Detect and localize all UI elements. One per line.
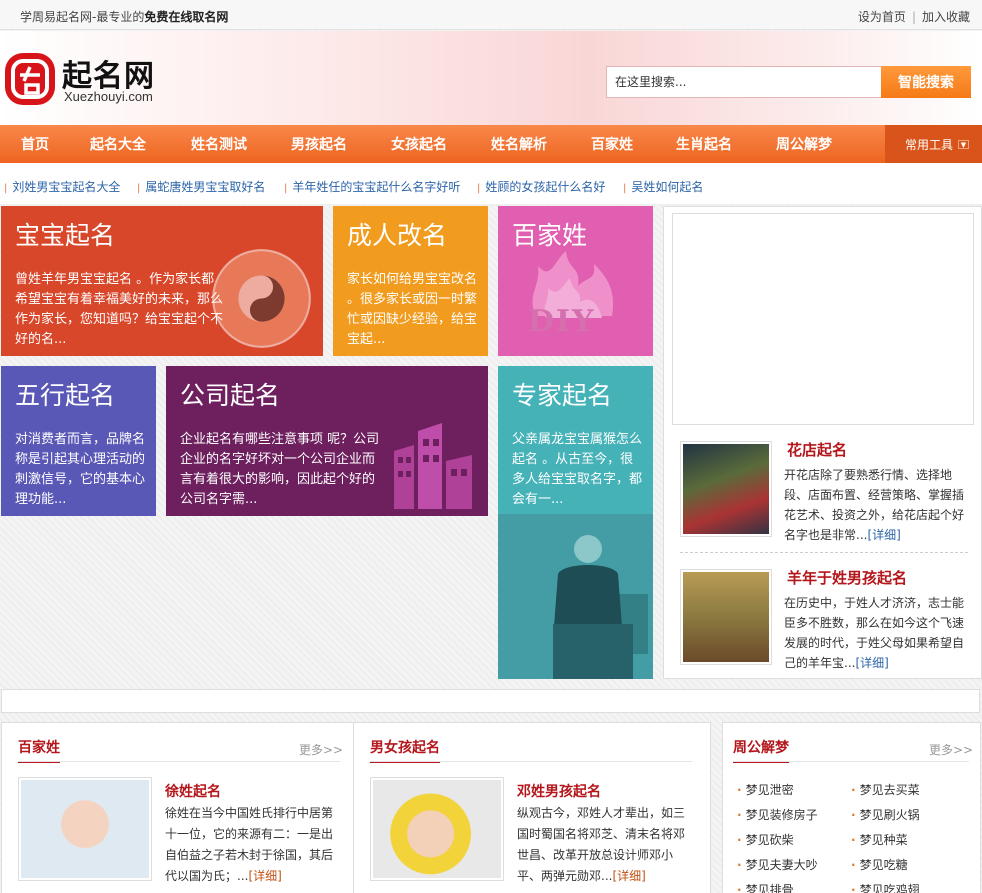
hot-link[interactable]: 姓顾的女孩起什么名好 bbox=[477, 178, 605, 195]
logo-url: Xuezhouyi.com bbox=[64, 89, 153, 104]
section-title: 百家姓 bbox=[18, 737, 60, 763]
detail-link[interactable]: [详细] bbox=[248, 869, 281, 883]
tile-title: 宝宝起名 bbox=[15, 221, 116, 250]
nav-item-dream[interactable]: 周公解梦 bbox=[776, 125, 832, 163]
nav-item-name-analysis[interactable]: 姓名解析 bbox=[491, 125, 547, 163]
hot-link[interactable]: 刘姓男宝宝起名大全 bbox=[4, 178, 120, 195]
divider bbox=[680, 552, 968, 553]
dream-link[interactable]: 梦见装修房子 bbox=[737, 806, 818, 823]
article-title[interactable]: 徐姓起名 bbox=[165, 781, 221, 801]
dream-link[interactable]: 梦见泄密 bbox=[737, 781, 794, 798]
tile-surnames[interactable]: 百家姓 DIY bbox=[498, 206, 653, 356]
article-desc: 纵观古今，邓姓人才辈出，如三国时蜀国名将邓芝、清末名将邓世昌、改革开放总设计师邓… bbox=[517, 806, 686, 883]
hot-link[interactable]: 吴姓如何起名 bbox=[623, 178, 703, 195]
set-home-link[interactable]: 设为首页 bbox=[858, 10, 906, 24]
top-bar: 学周易起名网-最专业的免费在线取名网 设为首页 | 加入收藏 bbox=[0, 0, 982, 30]
section-dreams: 周公解梦 更多>> 梦见泄密 梦见装修房子 梦见砍柴 梦见夫妻大吵 梦见排骨 梦… bbox=[722, 722, 981, 893]
tile-baby-naming[interactable]: 宝宝起名 曾姓羊年男宝宝起名 。作为家长都希望宝宝有着幸福美好的未来，那么作为家… bbox=[1, 206, 323, 356]
more-link[interactable]: 更多>> bbox=[929, 741, 973, 758]
nav-item-girl-name[interactable]: 女孩起名 bbox=[391, 125, 447, 163]
side-article: 羊年于姓男孩起名 在历史中，于姓人才济济，志士能臣多不胜数，那么在如今这个飞速发… bbox=[680, 569, 972, 689]
section-title: 男女孩起名 bbox=[370, 737, 440, 763]
article-thumbnail[interactable] bbox=[680, 569, 772, 665]
site-slogan: 学周易起名网-最专业的免费在线取名网 bbox=[20, 10, 229, 24]
ad-box bbox=[672, 213, 974, 425]
top-link-separator: | bbox=[911, 10, 916, 24]
dream-link[interactable]: 梦见种菜 bbox=[851, 831, 908, 848]
tile-desc: 家长如何给男宝宝改名 。很多家长或因一时繁忙或因缺少经验，给宝宝起... bbox=[347, 272, 478, 347]
section-divider bbox=[18, 761, 340, 762]
tile-title: 成人改名 bbox=[347, 221, 448, 250]
baby-photo bbox=[373, 780, 501, 878]
child-photo bbox=[21, 780, 149, 878]
dream-link[interactable]: 梦见排骨 bbox=[737, 881, 794, 893]
section-title: 周公解梦 bbox=[733, 737, 789, 763]
dream-link[interactable]: 梦见去买菜 bbox=[851, 781, 920, 798]
site-logo[interactable]: 起名网 Xuezhouyi.com bbox=[2, 45, 172, 111]
nav-item-home[interactable]: 首页 bbox=[21, 125, 49, 163]
article-thumbnail[interactable] bbox=[680, 441, 772, 537]
section-boy-girl: 男女孩起名 邓姓男孩起名 纵观古今，邓姓人才辈出，如三国时蜀国名将邓芝、清末名将… bbox=[353, 722, 711, 893]
tile-title: 专家起名 bbox=[512, 381, 613, 410]
article-desc: 在历史中，于姓人才济济，志士能臣多不胜数，那么在如今这个飞速发展的时代，于姓父母… bbox=[784, 596, 965, 670]
dream-link[interactable]: 梦见砍柴 bbox=[737, 831, 794, 848]
article-desc: 徐姓在当今中国姓氏排行中居第十一位，它的来源有二：一是出自伯益之子若木封于徐国，… bbox=[165, 806, 334, 883]
tile-desc: 曾姓羊年男宝宝起名 。作为家长都希望宝宝有着幸福美好的未来，那么作为家长，您知道… bbox=[15, 272, 224, 347]
banner-strip bbox=[1, 689, 980, 713]
search-box: 智能搜索 bbox=[606, 66, 971, 98]
tile-wuxing-naming[interactable]: 五行起名 对消费者而言，品牌名称是引起其心理活动的刺激信号，它的基本心理功能..… bbox=[1, 366, 156, 516]
nav-item-boy-name[interactable]: 男孩起名 bbox=[291, 125, 347, 163]
search-button[interactable]: 智能搜索 bbox=[881, 66, 971, 98]
article-title[interactable]: 邓姓男孩起名 bbox=[517, 781, 601, 801]
search-input[interactable] bbox=[606, 66, 882, 98]
detail-link[interactable]: [详细] bbox=[612, 869, 645, 883]
side-article: 花店起名 开花店除了要熟悉行情、选择地段、店面布置、经营策略、掌握插花艺术、投资… bbox=[680, 441, 972, 561]
tile-adult-rename[interactable]: 成人改名 家长如何给男宝宝改名 。很多家长或因一时繁忙或因缺少经验，给宝宝起..… bbox=[333, 206, 488, 356]
add-favorite-link[interactable]: 加入收藏 bbox=[922, 10, 970, 24]
article-thumbnail[interactable] bbox=[370, 777, 504, 881]
logo-mark-icon bbox=[5, 53, 55, 105]
buildings-icon bbox=[394, 423, 472, 509]
tools-label: 常用工具 bbox=[905, 138, 954, 152]
detail-link[interactable]: [详细] bbox=[855, 656, 888, 670]
top-links: 设为首页 | 加入收藏 bbox=[858, 8, 970, 25]
header: 起名网 Xuezhouyi.com 智能搜索 bbox=[0, 31, 982, 125]
diy-label: DIY bbox=[528, 304, 596, 339]
dream-link[interactable]: 梦见夫妻大吵 bbox=[737, 856, 818, 873]
tile-company-naming[interactable]: 公司起名 企业起名有哪些注意事项 呢？公司企业的名字好坏对一个公司企业而言有着很… bbox=[166, 366, 488, 516]
nav-item-zodiac[interactable]: 生肖起名 bbox=[676, 125, 732, 163]
expert-photo bbox=[498, 514, 653, 679]
flower-shop-photo bbox=[683, 444, 769, 534]
section-surnames: 百家姓 更多>> 徐姓起名 徐姓在当今中国姓氏排行中居第十一位，它的来源有二：一… bbox=[1, 722, 354, 893]
article-title[interactable]: 羊年于姓男孩起名 bbox=[787, 567, 907, 588]
article-desc: 开花店除了要熟悉行情、选择地段、店面布置、经营策略、掌握插花艺术、投资之外，给花… bbox=[784, 468, 965, 542]
dream-link[interactable]: 梦见吃糖 bbox=[851, 856, 908, 873]
tile-title: 五行起名 bbox=[15, 381, 116, 410]
more-link[interactable]: 更多>> bbox=[299, 741, 343, 758]
section-divider bbox=[370, 761, 692, 762]
tile-desc: 对消费者而言，品牌名称是引起其心理活动的刺激信号，它的基本心理功能... bbox=[15, 432, 146, 507]
baby-photo bbox=[683, 572, 769, 662]
nav-item-naming[interactable]: 起名大全 bbox=[90, 125, 146, 163]
hot-link[interactable]: 属蛇唐姓男宝宝取好名 bbox=[137, 178, 265, 195]
tile-title: 公司起名 bbox=[180, 381, 281, 410]
dream-link[interactable]: 梦见吃鸡翅 bbox=[851, 881, 920, 893]
article-thumbnail[interactable] bbox=[18, 777, 152, 881]
detail-link[interactable]: [详细] bbox=[867, 528, 900, 542]
main-nav: 首页 起名大全 姓名测试 男孩起名 女孩起名 姓名解析 百家姓 生肖起名 周公解… bbox=[0, 125, 982, 163]
section-divider bbox=[733, 761, 969, 762]
nav-item-name-test[interactable]: 姓名测试 bbox=[191, 125, 247, 163]
right-panel: 花店起名 开花店除了要熟悉行情、选择地段、店面布置、经营策略、掌握插花艺术、投资… bbox=[663, 206, 982, 679]
article-title[interactable]: 花店起名 bbox=[787, 439, 847, 460]
chevron-down-icon: ▼ bbox=[958, 140, 969, 149]
tile-desc: 企业起名有哪些注意事项 呢？公司企业的名字好坏对一个公司企业而言有着很大的影响，… bbox=[180, 432, 380, 507]
dream-link[interactable]: 梦见刷火锅 bbox=[851, 806, 920, 823]
nav-item-surnames[interactable]: 百家姓 bbox=[591, 125, 633, 163]
hot-link[interactable]: 羊年姓任的宝宝起什么名字好听 bbox=[284, 178, 460, 195]
tile-desc: 父亲属龙宝宝属猴怎么起名 。从古至今，很多人给宝宝取名字，都会有一... bbox=[512, 432, 643, 507]
hot-links-bar: 刘姓男宝宝起名大全 属蛇唐姓男宝宝取好名 羊年姓任的宝宝起什么名字好听 姓顾的女… bbox=[0, 163, 982, 205]
tools-menu[interactable]: 常用工具 ▼ bbox=[885, 125, 982, 163]
tile-expert-naming[interactable]: 专家起名 父亲属龙宝宝属猴怎么起名 。从古至今，很多人给宝宝取名字，都会有一..… bbox=[498, 366, 653, 679]
